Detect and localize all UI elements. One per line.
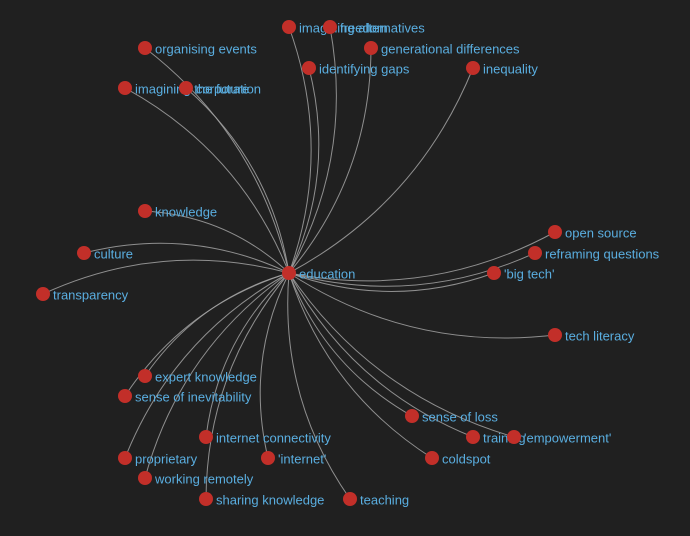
node-dot[interactable] (138, 41, 152, 55)
node-dot[interactable] (364, 41, 378, 55)
node-dot[interactable] (261, 451, 275, 465)
node-teaching[interactable]: teaching (343, 492, 409, 508)
edges-layer (42, 26, 556, 500)
node-dot[interactable] (138, 471, 152, 485)
edge-education-sense-of-loss (288, 272, 413, 417)
node-knowledge[interactable]: knowledge (138, 204, 217, 220)
node-label: expert knowledge (155, 370, 257, 385)
node-label: open source (565, 226, 637, 241)
node-label: identifying gaps (319, 62, 410, 77)
node-dot[interactable] (199, 492, 213, 506)
node-dot[interactable] (548, 328, 562, 342)
edge-education-tech-literacy (288, 272, 556, 339)
node-dot[interactable] (77, 246, 91, 260)
node-culture[interactable]: culture (77, 246, 133, 262)
node-label: 'big tech' (504, 267, 555, 282)
node-working-remotely[interactable]: working remotely (138, 471, 254, 487)
node-label: transparency (53, 288, 129, 303)
node-label: working remotely (154, 472, 254, 487)
node-internet[interactable]: 'internet' (261, 451, 326, 467)
node-tech-literacy[interactable]: tech literacy (548, 328, 635, 344)
node-label: reframing questions (545, 247, 660, 262)
node-dot[interactable] (118, 81, 132, 95)
node-label: knowledge (155, 205, 217, 220)
node-dot[interactable] (466, 430, 480, 444)
edge-education-expert-knowledge (144, 272, 290, 377)
node-coldspot[interactable]: coldspot (425, 451, 491, 467)
node-dot[interactable] (466, 61, 480, 75)
node-big-tech[interactable]: 'big tech' (487, 266, 555, 282)
node-sense-of-loss[interactable]: sense of loss (405, 409, 498, 425)
node-label: inequality (483, 62, 538, 77)
node-transparency[interactable]: transparency (36, 287, 129, 303)
node-label: teaching (360, 493, 409, 508)
node-label: tech literacy (565, 329, 635, 344)
node-label: culture (94, 247, 133, 262)
node-label: freedom (340, 21, 388, 36)
node-dot[interactable] (138, 204, 152, 218)
node-label: sharing knowledge (216, 493, 324, 508)
node-dot[interactable] (343, 492, 357, 506)
node-dot[interactable] (282, 20, 296, 34)
node-label: organising events (155, 42, 257, 57)
node-label: corporation (196, 82, 261, 97)
node-label: sense of inevitability (135, 390, 252, 405)
edge-education-identifying-gaps (288, 67, 320, 274)
node-dot[interactable] (323, 20, 337, 34)
node-internet-connectivity[interactable]: internet connectivity (199, 430, 331, 446)
node-label: coldspot (442, 452, 491, 467)
node-freedom[interactable]: freedom (323, 20, 388, 36)
node-dot[interactable] (118, 451, 132, 465)
node-expert-knowledge[interactable]: expert knowledge (138, 369, 257, 385)
node-sharing-knowledge[interactable]: sharing knowledge (199, 492, 324, 508)
node-dot[interactable] (138, 369, 152, 383)
node-sense-of-inevitability[interactable]: sense of inevitability (118, 389, 252, 405)
node-dot[interactable] (507, 430, 521, 444)
node-dot[interactable] (118, 389, 132, 403)
node-organising-events[interactable]: organising events (138, 41, 257, 57)
node-proprietary[interactable]: proprietary (118, 451, 198, 467)
node-label: 'empowerment' (524, 431, 611, 446)
node-dot[interactable] (199, 430, 213, 444)
node-dot[interactable] (179, 81, 193, 95)
edge-education-internet-connectivity (205, 272, 290, 438)
node-generational-differences[interactable]: generational differences (364, 41, 520, 57)
node-dot[interactable] (528, 246, 542, 260)
node-label: proprietary (135, 452, 198, 467)
node-label: 'internet' (278, 452, 326, 467)
node-dot[interactable] (405, 409, 419, 423)
node-dot[interactable] (487, 266, 501, 280)
node-dot[interactable] (36, 287, 50, 301)
node-inequality[interactable]: inequality (466, 61, 538, 77)
edge-education-inequality (288, 67, 474, 274)
nodes-layer: imagining alternativesfreedomorganising … (36, 20, 660, 508)
node-identifying-gaps[interactable]: identifying gaps (302, 61, 410, 77)
node-label: generational differences (381, 42, 520, 57)
node-reframing-questions[interactable]: reframing questions (528, 246, 660, 262)
node-dot[interactable] (302, 61, 316, 75)
node-dot[interactable] (548, 225, 562, 239)
node-open-source[interactable]: open source (548, 225, 637, 241)
node-dot[interactable] (425, 451, 439, 465)
edge-education-corporation (185, 87, 290, 274)
node-label: internet connectivity (216, 431, 331, 446)
edge-education-imagining-the-future (124, 87, 290, 274)
network-graph: imagining alternativesfreedomorganising … (36, 20, 660, 508)
node-dot[interactable] (282, 266, 296, 280)
node-label: education (299, 267, 355, 282)
node-label: sense of loss (422, 410, 498, 425)
